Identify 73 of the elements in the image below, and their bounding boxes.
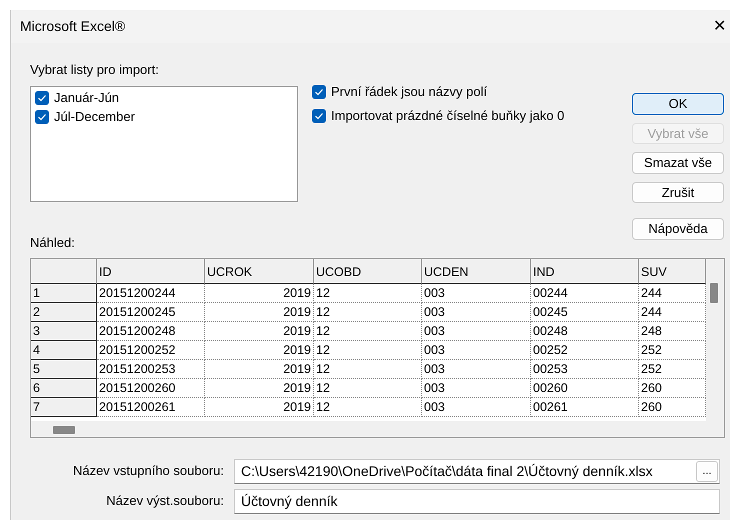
row-header: 5 [31, 360, 97, 378]
table-cell: 00253 [531, 360, 639, 378]
table-cell: 003 [422, 284, 531, 302]
column-header[interactable]: UCOBD [314, 258, 422, 284]
dialog-button[interactable]: Zrušit [632, 182, 724, 203]
field-label: Název výst.souboru: [105, 492, 224, 510]
table-cell: 2019 [205, 378, 314, 398]
table-cell: 20151200253 [97, 360, 205, 378]
option-label: První řádek jsou názvy polí [331, 82, 488, 101]
close-button[interactable]: ✕ [713, 18, 730, 34]
table-cell: 20151200260 [97, 378, 205, 398]
column-header[interactable]: UCDEN [422, 258, 531, 284]
table-cell: 2019 [205, 302, 314, 322]
row-header: 2 [31, 302, 97, 322]
window-title: Microsoft Excel® [20, 17, 126, 36]
column-header[interactable]: UCROK [205, 258, 314, 284]
row-header: 1 [31, 284, 97, 302]
table-cell: 12 [314, 284, 422, 302]
table-cell: 12 [314, 302, 422, 322]
dialog-button[interactable]: Smazat vše [632, 152, 724, 174]
dialog-button[interactable]: Nápověda [632, 218, 724, 240]
preview-label: Náhled: [30, 234, 76, 252]
table-cell: 003 [422, 302, 531, 322]
table-cell: 2019 [205, 284, 314, 302]
table-cell: 12 [314, 378, 422, 398]
table-cell: 20151200252 [97, 340, 205, 360]
table-cell: 003 [422, 378, 531, 398]
sheets-label: Vybrat listy pro import: [30, 61, 160, 79]
table-cell: 00245 [531, 302, 639, 322]
option-label: Importovat prázdné číselné buňky jako 0 [331, 106, 564, 125]
checkbox[interactable] [312, 84, 326, 98]
table-cell: 003 [422, 398, 531, 416]
scrollbar-thumb[interactable] [53, 426, 75, 434]
table-cell: 003 [422, 340, 531, 360]
table-cell: 2019 [205, 322, 314, 340]
table-cell: 003 [422, 322, 531, 340]
table-cell: 2019 [205, 340, 314, 360]
checkbox[interactable] [35, 91, 49, 105]
table-cell: 12 [314, 322, 422, 340]
table-cell: 00244 [531, 284, 639, 302]
table-cell: 003 [422, 360, 531, 378]
checkbox[interactable] [312, 108, 326, 122]
sheet-name: Júl-December [54, 108, 135, 126]
row-header: 4 [31, 340, 97, 360]
table-cell: 2019 [205, 398, 314, 416]
table-cell: 20151200248 [97, 322, 205, 340]
check-icon [314, 110, 324, 120]
scrollbar-thumb[interactable] [710, 282, 718, 302]
browse-button[interactable]: ... [696, 460, 718, 482]
table-cell: 00252 [531, 340, 639, 360]
sheet-name: Január-Jún [54, 89, 120, 108]
table-cell: 00248 [531, 322, 639, 340]
column-header[interactable]: IND [531, 258, 639, 284]
output-file-field[interactable]: Účtovný denník [234, 488, 720, 514]
input-file-field[interactable]: C:\Users\42190\OneDrive\Počítač\dáta final 2\Účtovný denník.xlsx ... [234, 458, 720, 484]
table-cell: 00261 [531, 398, 639, 416]
table-cell: 00260 [531, 378, 639, 398]
dialog-button[interactable]: OK [632, 93, 724, 114]
table-cell: 12 [314, 340, 422, 360]
checkbox[interactable] [35, 110, 49, 124]
row-header: 7 [31, 398, 97, 416]
row-header: 3 [31, 322, 97, 340]
table-cell: 20151200244 [97, 284, 205, 302]
table-cell: 2019 [205, 360, 314, 378]
row-header: 6 [31, 378, 97, 398]
table-cell: 12 [314, 398, 422, 416]
field-label: Název vstupního souboru: [72, 462, 224, 480]
table-cell: 20151200245 [97, 302, 205, 322]
table-cell: 12 [314, 360, 422, 378]
check-icon [314, 86, 324, 96]
column-header[interactable]: ID [97, 258, 205, 284]
table-cell: 20151200261 [97, 398, 205, 416]
column-header[interactable]: SUV [639, 258, 706, 284]
